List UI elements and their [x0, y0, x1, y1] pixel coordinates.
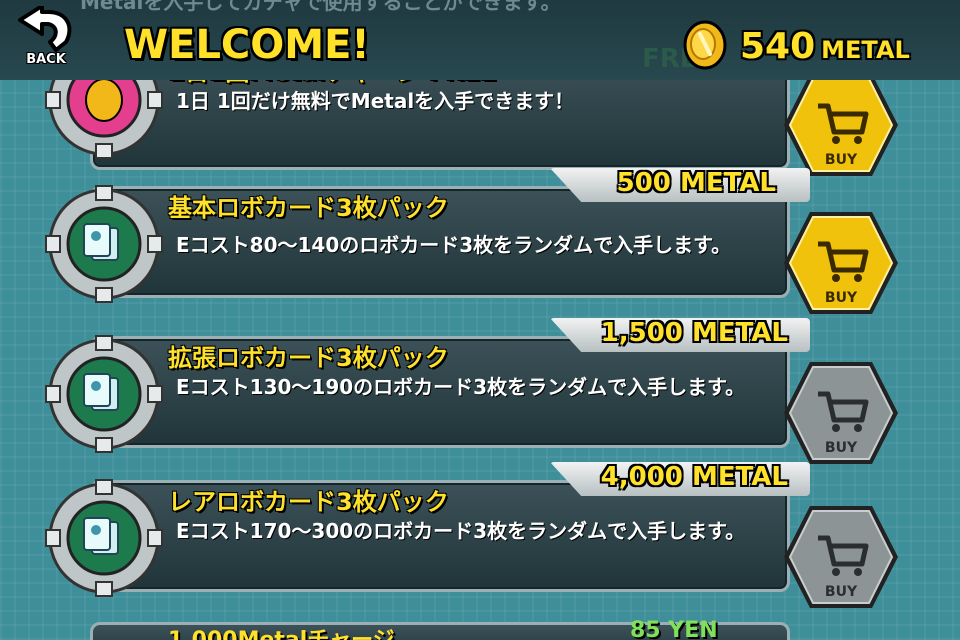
item-title: 拡張ロボカード3枚パック	[168, 344, 449, 372]
metal-coin-icon	[683, 20, 727, 70]
back-button[interactable]: BACK	[10, 4, 80, 74]
buy-label: BUY	[825, 152, 858, 168]
item-description: 1日 1回だけ無料でMetalを入手できます！	[176, 89, 575, 113]
card-pack-icon	[45, 185, 163, 303]
shop-item-metal-charge-partial: 1,000Metalチャージ 85 YEN	[0, 616, 960, 640]
buy-button[interactable]: BUY	[780, 208, 902, 318]
item-price: 85 YEN	[630, 618, 718, 640]
shop-item-expansion-pack: 1,500 METAL 拡張ロボカード3枚パック Eコスト130〜190のロボカ…	[0, 318, 960, 464]
metal-balance: 540 METAL	[740, 26, 910, 67]
item-title: 基本ロボカード3枚パック	[168, 194, 449, 222]
buy-button[interactable]: BUY	[780, 70, 902, 180]
item-price: 500 METAL	[616, 168, 776, 198]
metal-balance-unit: METAL	[821, 36, 910, 64]
top-faded-text: Metalを入手してガチャで使用することができます。	[80, 0, 561, 14]
buy-label: BUY	[825, 584, 858, 600]
buy-label: BUY	[825, 290, 858, 306]
item-title: 1,000Metalチャージ	[168, 622, 395, 640]
item-price: 1,500 METAL	[600, 318, 788, 348]
back-arrow-icon	[18, 4, 72, 52]
item-title: レアロボカード3枚パック	[168, 488, 449, 516]
item-description: Eコスト130〜190のロボカード3枚をランダムで入手します。	[176, 375, 746, 399]
shop-item-rare-pack: 4,000 METAL レアロボカード3枚パック Eコスト170〜300のロボカ…	[0, 462, 960, 608]
item-price: 4,000 METAL	[600, 462, 788, 492]
back-label: BACK	[26, 52, 66, 67]
welcome-title: WELCOME!	[124, 22, 370, 68]
metal-balance-value: 540	[740, 26, 816, 67]
buy-label: BUY	[825, 440, 858, 456]
item-description: Eコスト80〜140のロボカード3枚をランダムで入手します。	[176, 233, 732, 257]
shop-item-basic-pack: 500 METAL 基本ロボカード3枚パック Eコスト80〜140のロボカード3…	[0, 168, 960, 314]
buy-button-disabled[interactable]: BUY	[780, 358, 902, 468]
card-pack-icon	[45, 335, 163, 453]
card-pack-icon	[45, 479, 163, 597]
item-description: Eコスト170〜300のロボカード3枚をランダムで入手します。	[176, 519, 746, 543]
buy-button-disabled[interactable]: BUY	[780, 502, 902, 612]
